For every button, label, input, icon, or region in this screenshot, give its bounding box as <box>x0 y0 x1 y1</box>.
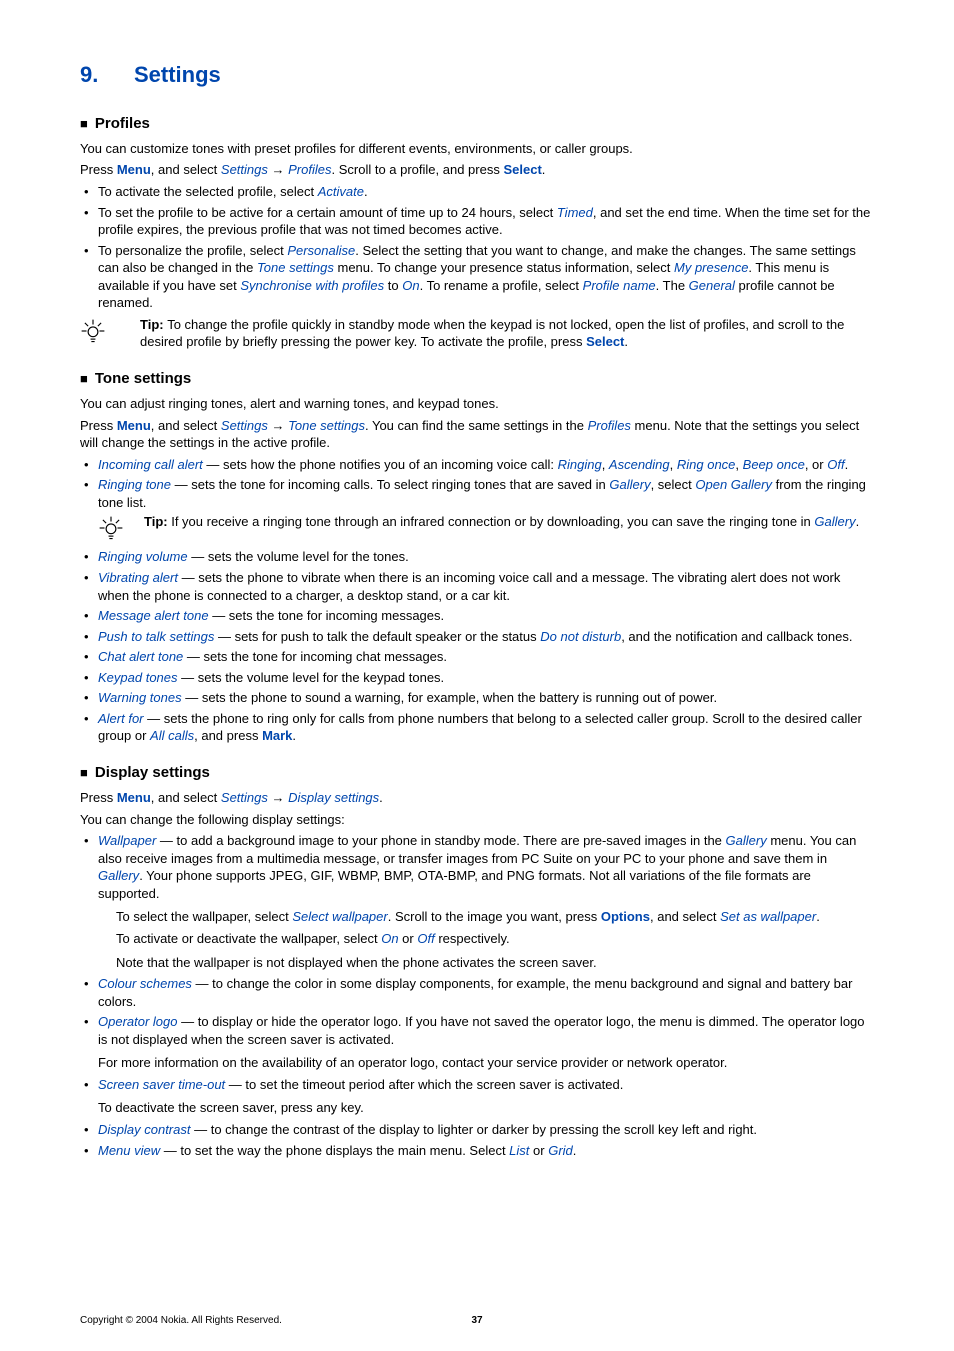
tone-press: Press Menu, and select Settings → Tone s… <box>80 417 874 452</box>
tip-text: Tip: To change the profile quickly in st… <box>140 316 874 351</box>
copyright: Copyright © 2004 Nokia. All Rights Reser… <box>80 1314 282 1328</box>
tip-icon <box>80 316 140 348</box>
tone-intro: You can adjust ringing tones, alert and … <box>80 395 874 413</box>
chapter-title: Settings <box>134 62 221 87</box>
chapter-heading: 9.Settings <box>80 60 874 90</box>
select-key: Select <box>503 162 541 177</box>
section-tone-heading: Tone settings <box>80 369 874 389</box>
profiles-list: To activate the selected profile, select… <box>80 183 874 312</box>
display-intro: You can change the following display set… <box>80 811 874 829</box>
list-item: Incoming call alert — sets how the phone… <box>98 456 874 474</box>
list-item: Colour schemes — to change the color in … <box>98 975 874 1010</box>
list-item: To set the profile to be active for a ce… <box>98 204 874 239</box>
list-item: Screen saver time-out — to set the timeo… <box>98 1076 874 1117</box>
list-item: Operator logo — to display or hide the o… <box>98 1013 874 1072</box>
sub-paragraph: For more information on the availability… <box>98 1054 874 1072</box>
profiles-intro: You can customize tones with preset prof… <box>80 140 874 158</box>
sub-paragraph: To select the wallpaper, select Select w… <box>116 908 874 926</box>
list-item: Warning tones — sets the phone to sound … <box>98 689 874 707</box>
sub-paragraph: Note that the wallpaper is not displayed… <box>116 954 874 972</box>
list-item: Keypad tones — sets the volume level for… <box>98 669 874 687</box>
menu-key: Menu <box>117 162 151 177</box>
list-item: Message alert tone — sets the tone for i… <box>98 607 874 625</box>
list-item: Ringing volume — sets the volume level f… <box>98 548 874 566</box>
sub-paragraph: To activate or deactivate the wallpaper,… <box>116 930 874 948</box>
tone-list: Incoming call alert — sets how the phone… <box>80 456 874 745</box>
tip-icon <box>98 513 144 545</box>
sub-paragraph: To deactivate the screen saver, press an… <box>98 1099 874 1117</box>
chapter-number: 9. <box>80 60 134 90</box>
tip-block: Tip: If you receive a ringing tone throu… <box>98 513 874 545</box>
profiles-press: Press Menu, and select Settings → Profil… <box>80 161 874 179</box>
page-footer: Copyright © 2004 Nokia. All Rights Reser… <box>80 1314 874 1328</box>
page-number: 37 <box>471 1314 482 1328</box>
list-item: Alert for — sets the phone to ring only … <box>98 710 874 745</box>
list-item: Wallpaper — to add a background image to… <box>98 832 874 971</box>
section-profiles-heading: Profiles <box>80 114 874 134</box>
list-item: To personalize the profile, select Perso… <box>98 242 874 312</box>
list-item: Push to talk settings — sets for push to… <box>98 628 874 646</box>
section-display-heading: Display settings <box>80 763 874 783</box>
list-item: To activate the selected profile, select… <box>98 183 874 201</box>
list-item: Display contrast — to change the contras… <box>98 1121 874 1139</box>
display-press: Press Menu, and select Settings → Displa… <box>80 789 874 807</box>
list-item: Chat alert tone — sets the tone for inco… <box>98 648 874 666</box>
page-container: 9.Settings Profiles You can customize to… <box>0 0 954 1351</box>
list-item: Menu view — to set the way the phone dis… <box>98 1142 874 1160</box>
list-item: Ringing tone — sets the tone for incomin… <box>98 476 874 545</box>
display-list: Wallpaper — to add a background image to… <box>80 832 874 1159</box>
tip-text: Tip: If you receive a ringing tone throu… <box>144 513 874 531</box>
tip-block: Tip: To change the profile quickly in st… <box>80 316 874 351</box>
list-item: Vibrating alert — sets the phone to vibr… <box>98 569 874 604</box>
